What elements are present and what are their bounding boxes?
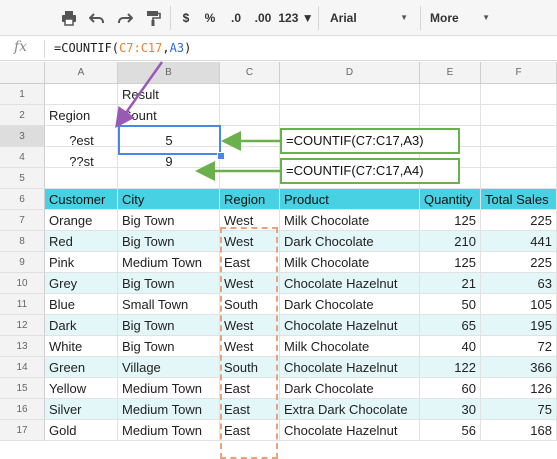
arrow-to-criteria bbox=[115, 61, 164, 129]
annotation-arrows bbox=[115, 61, 280, 181]
